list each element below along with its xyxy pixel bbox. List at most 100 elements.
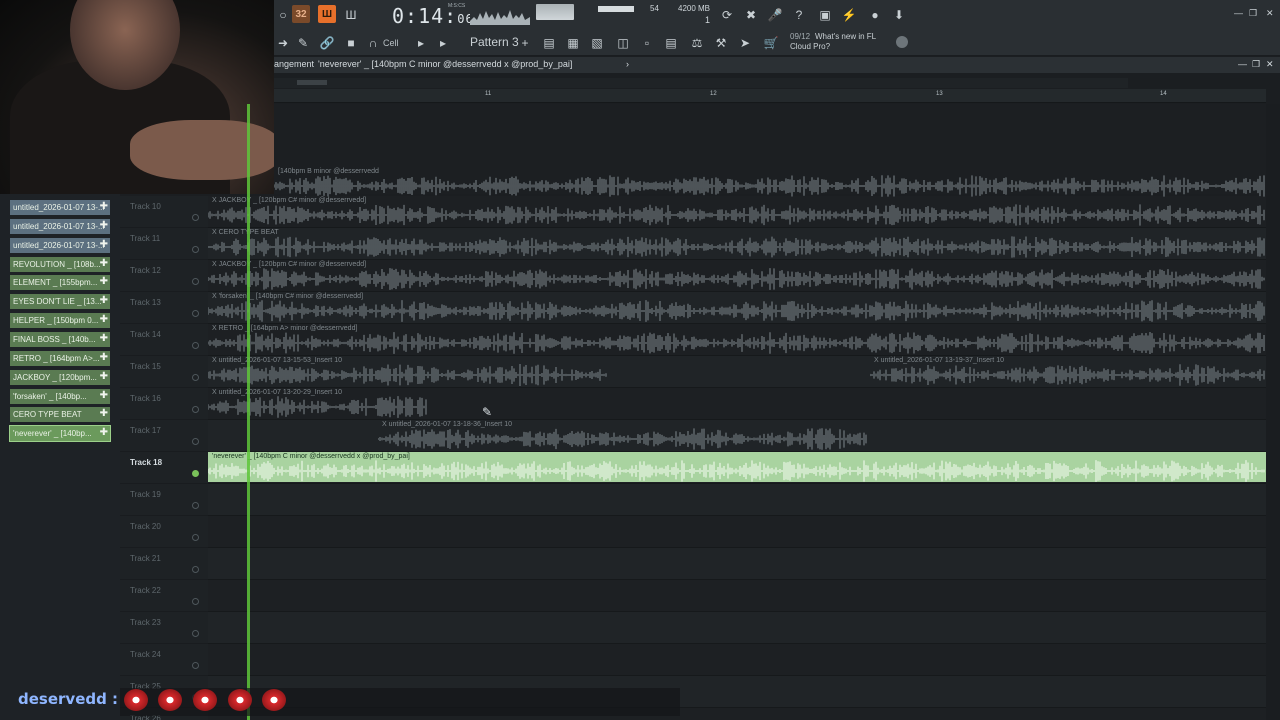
chat-icon[interactable]: ● — [866, 6, 884, 24]
track-mute-toggle[interactable] — [192, 438, 199, 445]
track-mute-toggle[interactable] — [192, 598, 199, 605]
audio-clip[interactable]: X CERO TYPE BEAT — [208, 228, 1266, 258]
track-header[interactable]: Track 21 — [120, 548, 208, 580]
add-icon[interactable]: ✚ — [100, 352, 108, 363]
track-header[interactable]: Track 11 — [120, 228, 208, 260]
add-icon[interactable]: ✚ — [100, 239, 108, 250]
add-icon[interactable]: ✚ — [100, 220, 108, 231]
track-lane[interactable]: X untitled_2026-01-07 13-20-29_Insert 10 — [208, 388, 1266, 420]
step-mode-button[interactable]: 32 — [292, 5, 310, 23]
track-lane[interactable] — [208, 548, 1266, 580]
add-icon[interactable]: ✚ — [100, 390, 108, 401]
add-icon[interactable]: ✚ — [100, 201, 108, 212]
add-icon[interactable]: ✚ — [100, 371, 108, 382]
add-icon[interactable]: ✚ — [100, 408, 108, 419]
add-icon[interactable]: ✚ — [100, 427, 108, 438]
add-icon[interactable]: ✚ — [100, 295, 108, 306]
track-header[interactable]: Track 19 — [120, 484, 208, 516]
typing-keyboard-button[interactable]: Ш — [318, 5, 336, 23]
track-header[interactable]: Track 20 — [120, 516, 208, 548]
browser-item[interactable]: untitled_2026-01-07 13-... ✚ — [10, 218, 110, 234]
wait-input-button[interactable]: Ш — [342, 6, 360, 24]
plugin-picker-icon[interactable]: ▤ — [662, 34, 680, 52]
pencil-icon[interactable]: ✎ — [294, 34, 312, 52]
track-mute-toggle[interactable] — [192, 310, 199, 317]
cart-icon[interactable]: 🛒 — [762, 34, 780, 52]
browser-item[interactable]: 'forsaken' _ [140bp... ✚ — [10, 388, 110, 404]
piano-roll-icon[interactable]: ▦ — [564, 34, 582, 52]
shortcut-icon[interactable]: ➤ — [736, 34, 754, 52]
globe-icon[interactable] — [896, 36, 908, 48]
browser-item[interactable]: 'neverever' _ [140bp... ✚ — [9, 425, 111, 443]
track-lane[interactable]: X JACKBOY _ [120bpm C# minor @desserrved… — [208, 260, 1266, 292]
track-header[interactable]: Track 15 — [120, 356, 208, 388]
minimize-icon[interactable]: — — [1234, 8, 1243, 18]
browser-item[interactable]: ELEMENT _ [155bpm... ✚ — [10, 275, 110, 291]
audio-clip[interactable]: X 'forsaken' _ [140bpm C# minor @desserr… — [208, 292, 1266, 322]
audio-clip[interactable]: X untitled_2026-01-07 13-18-36_Insert 10 — [378, 420, 868, 450]
track-mute-toggle[interactable] — [192, 278, 199, 285]
horizontal-scrollbar[interactable] — [274, 78, 1128, 88]
track-mute-toggle[interactable] — [192, 342, 199, 349]
add-icon[interactable]: ✚ — [100, 276, 108, 287]
record-icon[interactable]: ○ — [274, 6, 292, 24]
track-lane[interactable] — [208, 484, 1266, 516]
track-mute-toggle[interactable] — [192, 566, 199, 573]
audio-clip[interactable]: X JACKBOY _ [120bpm C# minor @desserrved… — [208, 260, 1266, 290]
track-mute-toggle[interactable] — [192, 406, 199, 413]
close-icon[interactable]: ✕ — [1266, 8, 1274, 19]
title-chevron-icon[interactable]: › — [626, 59, 629, 69]
add-icon[interactable]: ✚ — [100, 258, 108, 269]
browser-item[interactable]: HELPER _ [150bpm 0... ✚ — [10, 313, 110, 329]
snap-cell-label[interactable]: Cell — [383, 38, 399, 48]
audio-clip[interactable]: X untitled_2026-01-07 13-20-29_Insert 10 — [208, 388, 428, 418]
browser-item[interactable]: CERO TYPE BEAT ✚ — [10, 407, 110, 423]
track-header[interactable]: Track 14 — [120, 324, 208, 356]
track-mute-toggle[interactable] — [192, 630, 199, 637]
track-lane[interactable]: X untitled_2026-01-07 13-18-36_Insert 10 — [208, 420, 1266, 452]
restore-icon[interactable]: ❐ — [1249, 8, 1257, 19]
track-lane[interactable] — [208, 516, 1266, 548]
audio-clip[interactable]: X untitled_2026-01-07 13-15-53_Insert 10 — [208, 356, 608, 386]
help-icon[interactable]: ? — [790, 6, 808, 24]
track-header[interactable]: Track 12 — [120, 260, 208, 292]
arrow-right-icon[interactable]: ➜ — [274, 34, 292, 52]
browser-icon[interactable]: ▫ — [638, 34, 656, 52]
track-header[interactable]: Track 16 — [120, 388, 208, 420]
track-mute-toggle[interactable] — [192, 374, 199, 381]
track-lane[interactable] — [208, 580, 1266, 612]
browser-item[interactable]: FINAL BOSS _ [140b... ✚ — [10, 331, 110, 347]
browser-item[interactable]: RETRO _ [164bpm A>... ✚ — [10, 350, 110, 366]
track-mute-toggle[interactable] — [192, 214, 199, 221]
playlist-icon[interactable]: ▤ — [540, 34, 558, 52]
track-header[interactable]: Track 22 — [120, 580, 208, 612]
track-lane[interactable] — [208, 612, 1266, 644]
play-pattern-icon[interactable]: ▸ — [434, 34, 452, 52]
link-icon[interactable]: 🔗 — [318, 34, 336, 52]
master-volume[interactable] — [536, 4, 574, 20]
audio-clip[interactable]: 'neverever' _ [140bpm C minor @desserrve… — [208, 452, 1266, 482]
playlist-close-icon[interactable]: ✕ — [1266, 59, 1274, 70]
stamp-icon[interactable]: ■ — [342, 34, 360, 52]
plugin-icon[interactable]: ⚡ — [840, 6, 858, 24]
tools-icon[interactable]: ⚒ — [712, 34, 730, 52]
mixer-icon[interactable]: ◫ — [614, 34, 632, 52]
track-mute-toggle[interactable] — [192, 470, 199, 477]
download-icon[interactable]: ⬇ — [890, 6, 908, 24]
audio-clip[interactable]: X RETRO _ [164bpm A> minor @desserrvedd] — [208, 324, 1266, 354]
microphone-icon[interactable]: 🎤 — [766, 6, 784, 24]
track-mute-toggle[interactable] — [192, 246, 199, 253]
playhead[interactable] — [247, 104, 250, 720]
track-lane[interactable]: X CERO TYPE BEAT — [208, 228, 1266, 260]
browser-item[interactable]: REVOLUTION _ [108b... ✚ — [10, 256, 110, 272]
track-lane[interactable]: X RETRO _ [164bpm A> minor @desserrvedd] — [208, 324, 1266, 356]
track-header[interactable]: Track 23 — [120, 612, 208, 644]
cut-tools-icon[interactable]: ✖ — [742, 6, 760, 24]
track-header[interactable]: Track 24 — [120, 644, 208, 676]
vertical-scrollbar[interactable] — [1266, 104, 1280, 720]
track-mute-toggle[interactable] — [192, 662, 199, 669]
track-header[interactable]: Track 10 — [120, 196, 208, 228]
magnet-icon[interactable]: ∩ — [364, 34, 382, 52]
snap-arrow-icon[interactable]: ▸ — [412, 34, 430, 52]
playlist-minimize-icon[interactable]: — — [1238, 59, 1247, 69]
